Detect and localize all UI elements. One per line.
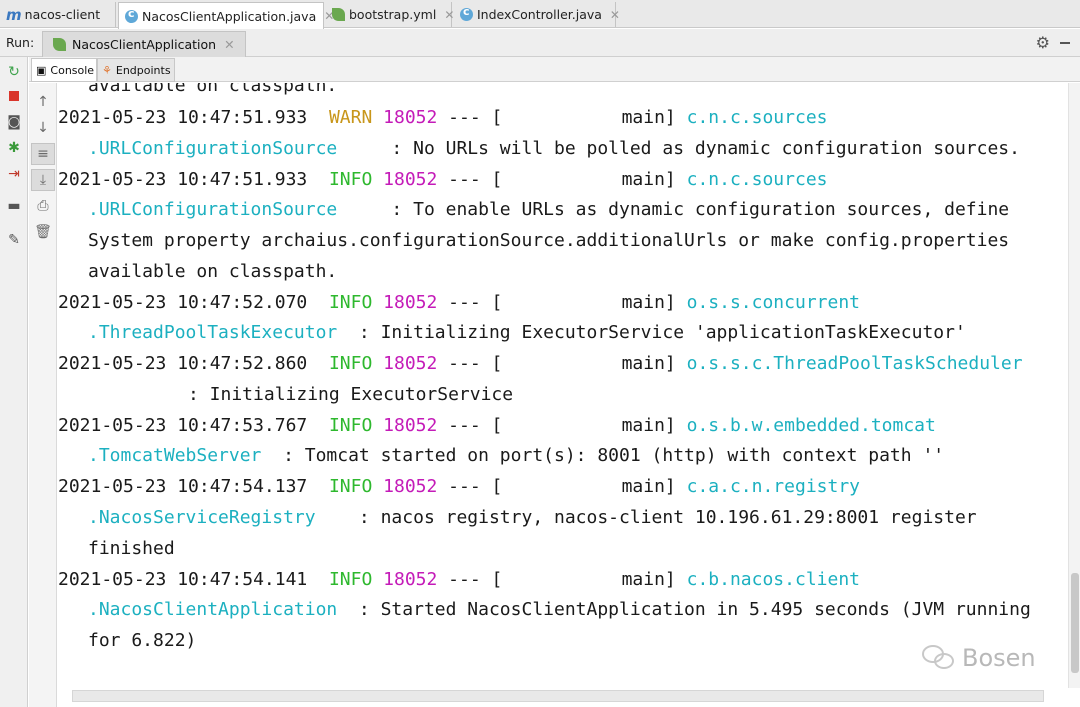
debug-icon[interactable]: ✱ bbox=[0, 137, 28, 159]
scroll-to-end-icon[interactable]: ⤓ bbox=[31, 169, 55, 191]
log-entry: 2021-05-23 10:47:52.070 INFO 18052 --- [… bbox=[58, 292, 860, 313]
tab-endpoints[interactable]: ⚘ Endpoints bbox=[97, 58, 175, 82]
log-entry-cont: .ThreadPoolTaskExecutor : Initializing E… bbox=[88, 322, 966, 343]
run-toolbar: ↻ ◙ ✱ ⇥ ▬ ✎ bbox=[0, 57, 28, 707]
log-entry-cont: for 6.822) bbox=[88, 630, 197, 651]
tab-console[interactable]: ▣ Console bbox=[31, 58, 97, 82]
scrollbar-thumb[interactable] bbox=[1071, 573, 1079, 673]
log-entry: 2021-05-23 10:47:51.933 INFO 18052 --- [… bbox=[58, 169, 828, 190]
tab-label: Console bbox=[50, 63, 95, 77]
class-icon bbox=[125, 7, 138, 23]
soft-wrap-icon[interactable]: ≡ bbox=[31, 143, 55, 165]
up-arrow-icon[interactable]: ↑ bbox=[31, 91, 55, 113]
run-toolwindow-header: Run: NacosClientApplication ✕ ⚙ bbox=[0, 29, 1080, 57]
log-entry: 2021-05-23 10:47:54.137 INFO 18052 --- [… bbox=[58, 476, 860, 497]
editor-tab-bar: m nacos-client NacosClientApplication.ja… bbox=[0, 0, 1080, 29]
tab-label: nacos-client bbox=[24, 7, 101, 22]
tab-nacos-client[interactable]: m nacos-client bbox=[0, 2, 116, 27]
console-line: available on classpath. bbox=[88, 83, 338, 96]
trash-icon[interactable]: 🗑 bbox=[31, 221, 55, 243]
rerun-icon[interactable]: ↻ bbox=[0, 61, 28, 83]
exit-icon[interactable]: ⇥ bbox=[0, 163, 28, 185]
run-config-label: NacosClientApplication bbox=[72, 37, 217, 52]
tab-nacosclientapplication-java[interactable]: NacosClientApplication.java ✕ bbox=[118, 2, 334, 29]
class-link[interactable]: .URLConfigurationSource bbox=[88, 138, 337, 159]
tab-indexcontroller-java[interactable]: IndexController.java ✕ bbox=[454, 2, 620, 27]
class-link[interactable]: .ThreadPoolTaskExecutor bbox=[88, 322, 337, 343]
tab-label: Endpoints bbox=[115, 63, 171, 77]
log-entry-cont: .NacosClientApplication : Started NacosC… bbox=[88, 599, 1031, 620]
run-label: Run: bbox=[6, 35, 35, 50]
log-entry-cont: .NacosServiceRegistry : nacos registry, … bbox=[88, 507, 977, 528]
class-link[interactable]: .NacosServiceRegistry bbox=[88, 507, 316, 528]
watermark-text: Bosen bbox=[962, 644, 1036, 672]
spring-boot-icon bbox=[53, 38, 66, 51]
module-icon: m bbox=[6, 5, 22, 24]
log-entry-cont: finished bbox=[88, 538, 175, 559]
tab-label: NacosClientApplication.java bbox=[142, 8, 317, 24]
log-entry-cont: available on classpath. bbox=[88, 261, 338, 282]
logger-link[interactable]: o.s.b.w.embedded.tomcat bbox=[687, 415, 936, 436]
class-icon bbox=[460, 5, 473, 21]
spring-config-icon bbox=[332, 8, 345, 21]
logger-link[interactable]: o.s.s.concurrent bbox=[687, 292, 860, 313]
log-entry-cont: .URLConfigurationSource : No URLs will b… bbox=[88, 138, 1020, 159]
camera-icon[interactable]: ◙ bbox=[0, 111, 28, 133]
class-link[interactable]: .NacosClientApplication bbox=[88, 599, 337, 620]
horizontal-scrollbar[interactable] bbox=[72, 690, 1044, 702]
tab-label: bootstrap.yml bbox=[349, 7, 437, 22]
wechat-icon bbox=[922, 645, 956, 671]
layout-icon[interactable]: ▬ bbox=[0, 195, 28, 217]
watermark: Bosen bbox=[922, 644, 1036, 672]
logger-link[interactable]: c.b.nacos.client bbox=[687, 569, 860, 590]
endpoints-icon: ⚘ bbox=[102, 63, 112, 77]
stop-icon[interactable] bbox=[0, 85, 28, 107]
console-output[interactable]: available on classpath. 2021-05-23 10:47… bbox=[58, 83, 1068, 688]
class-link[interactable]: .TomcatWebServer bbox=[88, 445, 261, 466]
close-icon[interactable]: ✕ bbox=[224, 37, 234, 52]
vertical-scrollbar[interactable] bbox=[1068, 83, 1080, 688]
tab-bootstrap-yml[interactable]: bootstrap.yml ✕ bbox=[326, 2, 454, 27]
logger-link[interactable]: c.a.c.n.registry bbox=[687, 476, 860, 497]
class-link[interactable]: .URLConfigurationSource bbox=[88, 199, 337, 220]
run-config-tab[interactable]: NacosClientApplication ✕ bbox=[42, 31, 246, 57]
log-entry-cont: System property archaius.configurationSo… bbox=[88, 230, 1010, 251]
log-entry: 2021-05-23 10:47:52.860 INFO 18052 --- [… bbox=[58, 353, 1023, 374]
gear-icon[interactable]: ⚙ bbox=[1036, 33, 1050, 52]
minimize-icon[interactable] bbox=[1060, 42, 1070, 44]
log-entry-cont: .TomcatWebServer : Tomcat started on por… bbox=[88, 445, 945, 466]
close-icon[interactable]: ✕ bbox=[444, 8, 454, 22]
console-icon: ▣ bbox=[36, 63, 47, 77]
down-arrow-icon[interactable]: ↓ bbox=[31, 117, 55, 139]
log-entry: 2021-05-23 10:47:51.933 WARN 18052 --- [… bbox=[58, 107, 828, 128]
print-icon[interactable]: ⎙ bbox=[31, 195, 55, 217]
log-entry: 2021-05-23 10:47:53.767 INFO 18052 --- [… bbox=[58, 415, 936, 436]
close-icon[interactable]: ✕ bbox=[610, 8, 620, 22]
console-toolbar: ↑ ↓ ≡ ⤓ ⎙ 🗑 bbox=[29, 83, 57, 707]
console-tab-row: ▣ Console ⚘ Endpoints bbox=[29, 57, 1080, 82]
tab-label: IndexController.java bbox=[477, 7, 602, 22]
logger-link[interactable]: c.n.c.sources bbox=[687, 169, 828, 190]
log-entry: 2021-05-23 10:47:54.141 INFO 18052 --- [… bbox=[58, 569, 860, 590]
logger-link[interactable]: c.n.c.sources bbox=[687, 107, 828, 128]
log-entry-cont: .URLConfigurationSource : To enable URLs… bbox=[88, 199, 1010, 220]
logger-link[interactable]: o.s.s.c.ThreadPoolTaskScheduler bbox=[687, 353, 1023, 374]
log-entry-cont: : Initializing ExecutorService bbox=[188, 384, 514, 405]
pin-icon[interactable]: ✎ bbox=[0, 229, 28, 251]
